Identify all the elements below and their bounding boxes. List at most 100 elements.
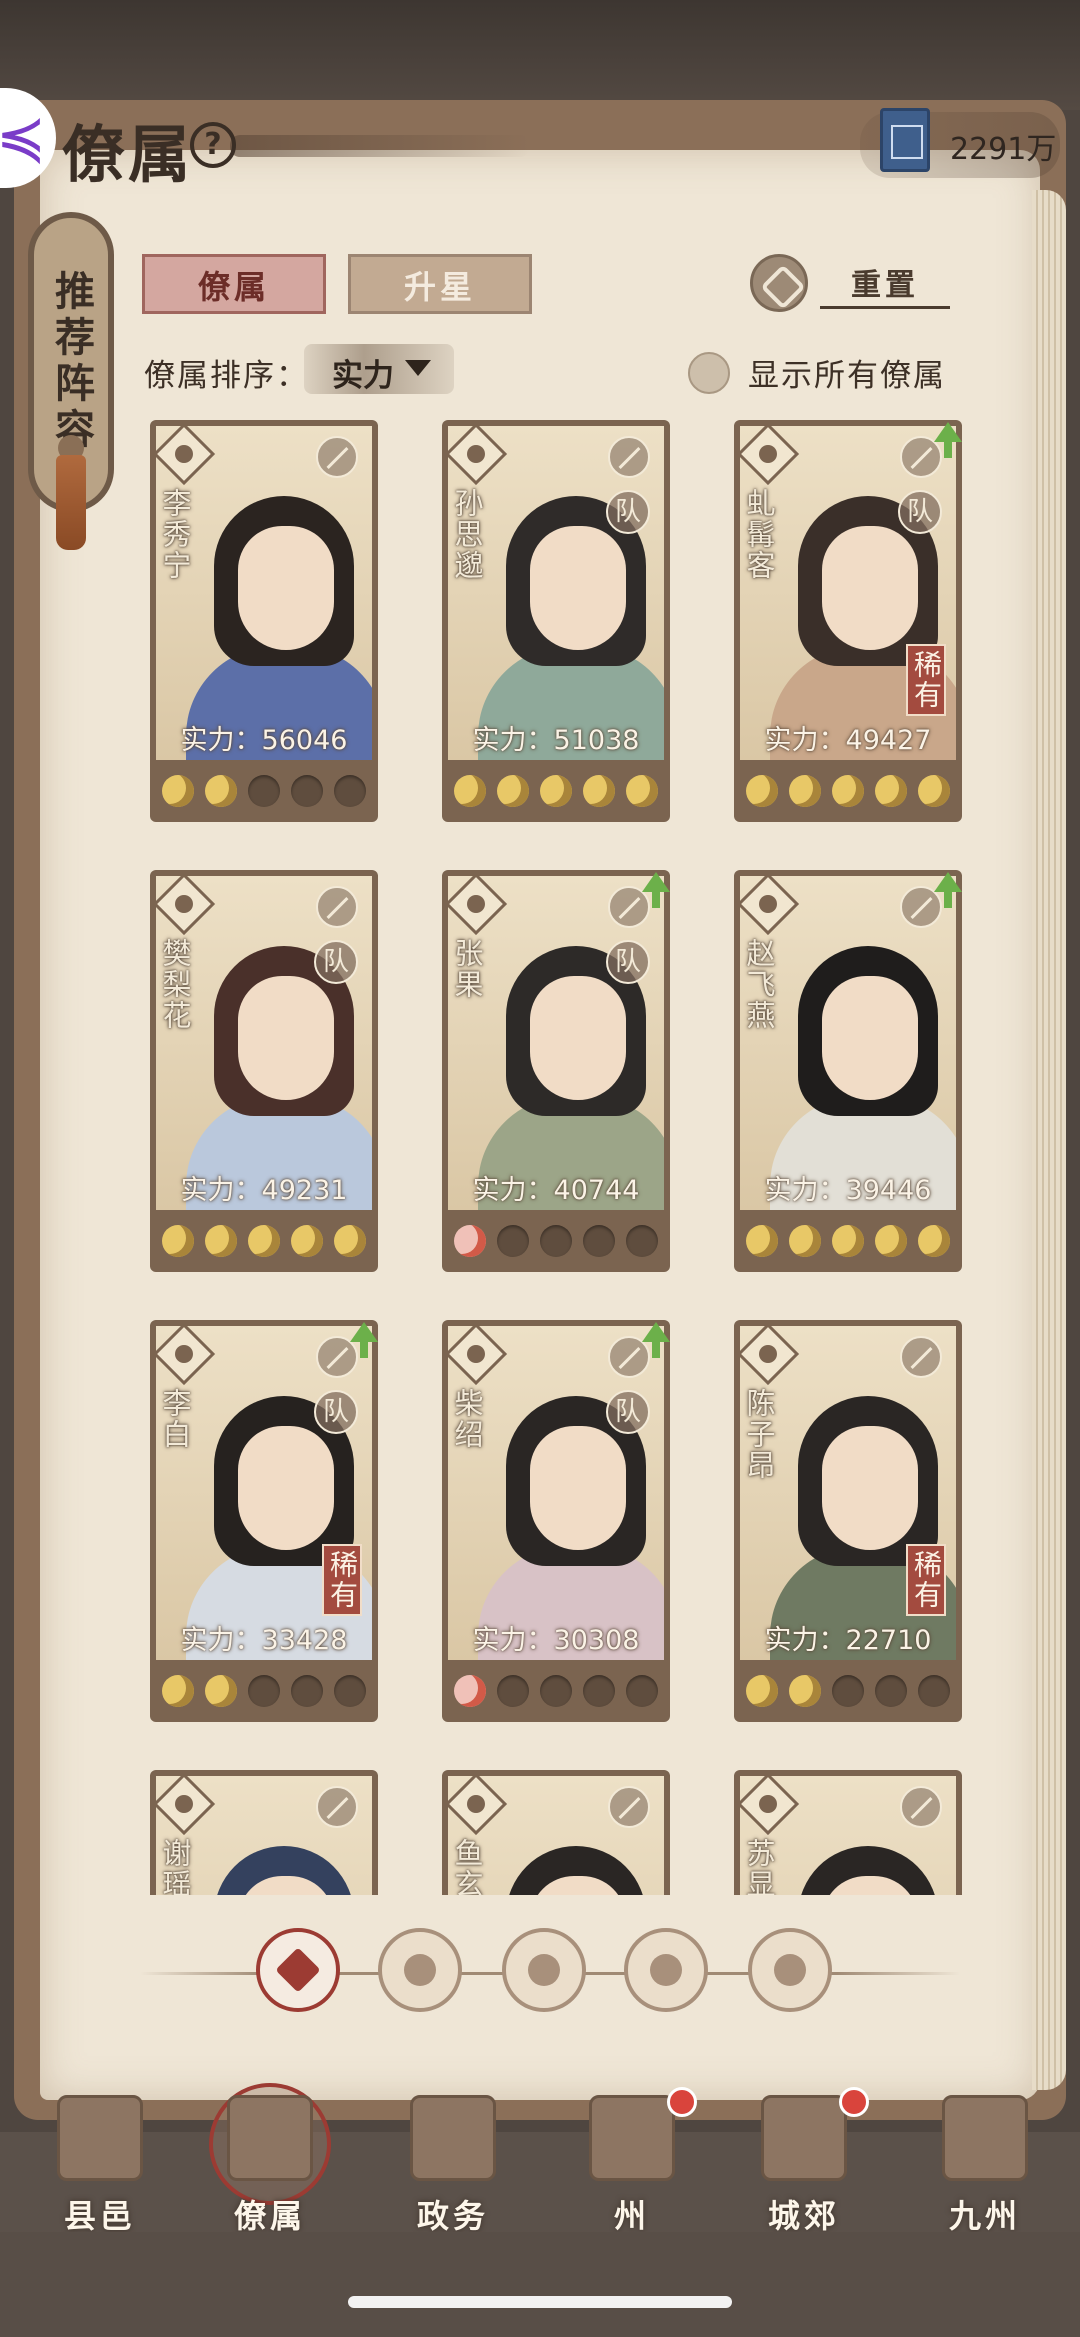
moon-star-icon — [496, 775, 529, 807]
nav-item[interactable]: 九州 — [910, 2095, 1060, 2235]
moon-star-icon — [161, 1225, 194, 1257]
moon-star-icon — [291, 775, 324, 807]
moon-star-icon — [247, 1225, 280, 1257]
attendant-name: 孙思邈 — [450, 488, 484, 581]
moon-star-icon — [453, 1675, 486, 1707]
moon-star-icon — [291, 1225, 324, 1257]
attendant-card[interactable]: 李秀宁实力：56046 — [150, 420, 378, 822]
upgrade-arrow-icon — [642, 1322, 670, 1358]
show-all-checkbox[interactable] — [688, 352, 730, 394]
reset-button[interactable]: 重置 — [820, 260, 950, 309]
weapon-icon — [608, 1336, 650, 1378]
attendant-card[interactable]: 苏显 — [734, 1770, 962, 1895]
portrait-figure — [770, 1846, 940, 1895]
class-badge-icon — [156, 1326, 216, 1386]
nav-item[interactable]: 城郊 — [729, 2087, 879, 2235]
moon-star-icon — [247, 1675, 280, 1707]
help-icon[interactable]: ? — [190, 122, 236, 168]
portrait-face — [530, 526, 626, 650]
power-value: 实力：33428 — [180, 1625, 348, 1656]
weapon-icon — [316, 886, 358, 928]
filter-class-4-button[interactable] — [748, 1928, 832, 2012]
page-edge — [1032, 190, 1066, 2090]
show-all-label[interactable]: 显示所有僚属 — [748, 350, 946, 395]
moon-star-icon — [583, 1225, 616, 1257]
portrait-face — [822, 976, 918, 1100]
star-row — [740, 1220, 956, 1262]
reset-icon[interactable] — [750, 254, 808, 312]
moon-star-icon — [831, 1675, 864, 1707]
moon-star-icon — [745, 1675, 778, 1707]
attendant-card[interactable]: 陈子昂 稀有 实力：22710 — [734, 1320, 962, 1722]
portrait: 谢瑶 — [156, 1776, 372, 1895]
team-badge: 队 — [314, 940, 358, 984]
moon-star-icon — [788, 1675, 821, 1707]
class-badge-icon — [448, 1776, 508, 1836]
attendant-card[interactable]: 李白 队稀有 实力：33428 — [150, 1320, 378, 1722]
launcher-icon: ≼ — [0, 103, 47, 173]
attendant-card[interactable]: 张果 队实力：40744 — [442, 870, 670, 1272]
nav-label: 州 — [613, 2197, 650, 2235]
power-value: 实力：22710 — [764, 1625, 932, 1656]
portrait: 孙思邈 队实力：51038 — [448, 426, 664, 760]
portrait-face — [822, 1426, 918, 1550]
portrait: 张果 队实力：40744 — [448, 876, 664, 1210]
nav-item[interactable]: 县邑 — [25, 2095, 175, 2235]
power-value: 实力：56046 — [180, 725, 348, 756]
moon-star-icon — [161, 1675, 194, 1707]
sort-value[interactable]: 实力 — [332, 350, 394, 395]
attendant-name: 鱼玄 — [450, 1838, 484, 1895]
moon-star-icon — [334, 1225, 367, 1257]
tab-attendants[interactable]: 僚属 — [142, 254, 326, 314]
filter-class-1-button[interactable] — [378, 1928, 462, 2012]
notification-dot — [667, 2087, 697, 2117]
power-value: 实力：49231 — [180, 1175, 348, 1206]
attendant-name: 谢瑶 — [158, 1838, 192, 1895]
home-indicator[interactable] — [348, 2296, 732, 2308]
team-badge: 队 — [314, 1390, 358, 1434]
attendant-name: 赵飞燕 — [742, 938, 776, 1031]
attendant-card[interactable]: 鱼玄 — [442, 1770, 670, 1895]
all-filter-button[interactable] — [256, 1928, 340, 2012]
attendant-card[interactable]: 虬髯客 队稀有 实力：49427 — [734, 420, 962, 822]
attendant-name: 樊梨花 — [158, 938, 192, 1031]
class-badge-icon — [740, 876, 800, 936]
attendant-card[interactable]: 赵飞燕 实力：39446 — [734, 870, 962, 1272]
class-badge-icon — [740, 1776, 800, 1836]
portrait-figure — [478, 1846, 648, 1895]
class-badge-icon — [156, 1776, 216, 1836]
attendant-card[interactable]: 谢瑶 — [150, 1770, 378, 1895]
portrait: 樊梨花 队实力：49231 — [156, 876, 372, 1210]
team-badge: 队 — [606, 1390, 650, 1434]
attendant-name: 李秀宁 — [158, 488, 192, 581]
class-badge-icon — [740, 1326, 800, 1386]
tab-star-up[interactable]: 升星 — [348, 254, 532, 314]
filter-class-2-button[interactable] — [502, 1928, 586, 2012]
team-badge: 队 — [898, 490, 942, 534]
title-brush-decoration — [230, 135, 530, 157]
filter-class-3-button[interactable] — [624, 1928, 708, 2012]
class-badge-icon — [156, 426, 216, 486]
suburb-icon — [761, 2095, 847, 2181]
class-badge-icon — [448, 426, 508, 486]
moon-star-icon — [583, 775, 616, 807]
portrait: 虬髯客 队稀有 实力：49427 — [740, 426, 956, 760]
class-badge-icon — [448, 876, 508, 936]
nav-item[interactable]: 政务 — [378, 2095, 528, 2235]
nav-item[interactable]: 州 — [557, 2087, 707, 2235]
sort-label: 僚属排序： — [144, 358, 309, 394]
moon-star-icon — [334, 775, 367, 807]
attendant-grid: 李秀宁实力：56046 孙思邈队实力：51038 虬髯客队稀有 实力：49427 樊梨花… — [130, 410, 990, 1895]
nav-item[interactable]: 僚属 — [195, 2083, 345, 2235]
attendant-card[interactable]: 樊梨花 队实力：49231 — [150, 870, 378, 1272]
attendant-name: 柴绍 — [450, 1388, 484, 1450]
prefecture-icon — [589, 2095, 675, 2181]
chevron-down-icon[interactable] — [405, 360, 431, 376]
class-badge-icon — [156, 876, 216, 936]
moon-star-icon — [626, 1225, 659, 1257]
rarity-badge: 稀有 — [322, 1544, 362, 1616]
weapon-icon — [608, 436, 650, 478]
attendant-card[interactable]: 柴绍 队实力：30308 — [442, 1320, 670, 1722]
attendant-card[interactable]: 孙思邈 队实力：51038 — [442, 420, 670, 822]
attendant-name: 陈子昂 — [742, 1388, 776, 1481]
